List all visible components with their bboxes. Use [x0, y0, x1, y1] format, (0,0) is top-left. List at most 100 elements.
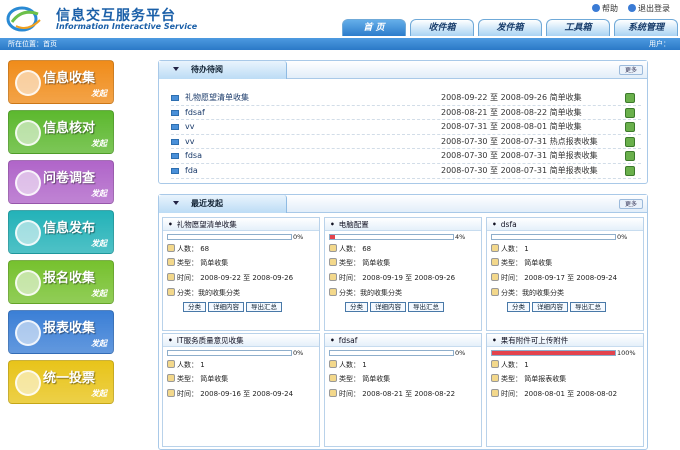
progress-bar — [491, 349, 616, 356]
type-icon — [491, 257, 499, 266]
todo-date: 2008-09-22 至 2008-09-26 简单收集 — [441, 93, 582, 102]
todo-name[interactable]: fdsaf — [185, 106, 205, 120]
sidebar-item-label: 报表收集 — [43, 321, 96, 336]
logout-icon — [628, 4, 636, 12]
progress-percent: 0% — [293, 232, 304, 241]
item-icon — [171, 138, 179, 145]
sidebar-item-sub: 发起 — [91, 239, 107, 248]
card-title[interactable]: • 礼物愿望清单收集 — [163, 217, 319, 231]
collapse-icon — [173, 200, 179, 205]
edit-icon[interactable] — [625, 136, 635, 147]
card-title[interactable]: • dsfa — [487, 217, 643, 231]
module-icon — [15, 370, 41, 396]
item-icon — [171, 153, 179, 160]
todo-row[interactable]: vv 2008-07-31 至 2008-08-01 简单收集 — [171, 120, 641, 135]
time-row: 时间： 2008-09-17 至 2008-09-24 — [491, 272, 617, 283]
category-row: 分类：我的收集分类 — [491, 287, 564, 298]
sidebar-item[interactable]: 信息发布 发起 — [8, 210, 114, 254]
recent-card: • 电脑配置 4% 人数： 68 类型： 简单收集 时间： 2008-09-19 … — [324, 216, 482, 331]
todo-name[interactable]: 礼物愿望清单收集 — [185, 91, 249, 105]
todo-row[interactable]: 礼物愿望清单收集 2008-09-22 至 2008-09-26 简单收集 — [171, 91, 641, 106]
card-button[interactable]: 分类 — [507, 301, 530, 312]
sidebar-item-sub: 发起 — [91, 189, 107, 198]
card-button[interactable]: 详细内容 — [532, 301, 568, 312]
tab-outbox[interactable]: 发件箱 — [478, 19, 542, 36]
todo-more-button[interactable]: 更多 — [619, 65, 643, 75]
module-icon — [15, 170, 41, 196]
progress-bar — [491, 233, 616, 240]
logout-link[interactable]: 退出登录 — [628, 3, 670, 14]
app-subtitle: Information Interactive Service — [56, 22, 198, 31]
recent-more-button[interactable]: 更多 — [619, 198, 643, 209]
todo-panel: 待办待阅 更多 礼物愿望清单收集 2008-09-22 至 2008-09-26… — [158, 60, 648, 184]
edit-icon[interactable] — [625, 151, 635, 162]
card-button[interactable]: 导出汇总 — [246, 301, 282, 312]
help-link[interactable]: 帮助 — [592, 3, 618, 14]
people-row: 人数： 1 — [329, 359, 367, 370]
progress-bar — [329, 349, 454, 356]
card-button[interactable]: 详细内容 — [208, 301, 244, 312]
progress-percent: 0% — [293, 348, 304, 357]
sidebar-item[interactable]: 报表收集 发起 — [8, 310, 114, 354]
tab-toolbox[interactable]: 工具箱 — [546, 19, 610, 36]
card-title[interactable]: • fdsaf — [325, 333, 481, 347]
edit-icon[interactable] — [625, 107, 635, 118]
recent-panel: 最近发起 更多 • 礼物愿望清单收集 0% 人数： 68 类型： 简单收集 时间：… — [158, 193, 648, 450]
recent-card: • IT服务质量意见收集 0% 人数： 1 类型： 简单收集 时间： 2008-0… — [162, 332, 320, 447]
todo-row[interactable]: vv 2008-07-30 至 2008-07-31 热点报表收集 — [171, 135, 641, 150]
card-button[interactable]: 导出汇总 — [570, 301, 606, 312]
module-icon — [15, 320, 41, 346]
todo-name[interactable]: fda — [185, 164, 198, 178]
sidebar-item[interactable]: 问卷调查 发起 — [8, 160, 114, 204]
calendar-icon — [167, 388, 175, 397]
sidebar-item[interactable]: 信息核对 发起 — [8, 110, 114, 154]
todo-panel-header: 待办待阅 更多 — [159, 61, 647, 79]
tab-home[interactable]: 首 页 — [342, 19, 406, 36]
edit-icon[interactable] — [625, 93, 635, 103]
breadcrumb: 所在位置：首页 用户： — [0, 38, 680, 50]
card-button[interactable]: 导出汇总 — [408, 301, 444, 312]
category-row: 分类：我的收集分类 — [329, 287, 402, 298]
card-title[interactable]: • IT服务质量意见收集 — [163, 333, 319, 347]
todo-panel-tab[interactable]: 待办待阅 — [159, 61, 287, 79]
edit-icon[interactable] — [625, 165, 635, 176]
category-icon — [329, 287, 337, 296]
sidebar-item[interactable]: 报名收集 发起 — [8, 260, 114, 304]
todo-row[interactable]: fda 2008-07-30 至 2008-07-31 简单报表收集 — [171, 164, 641, 179]
calendar-icon — [329, 388, 337, 397]
todo-name[interactable]: fdsa — [185, 149, 202, 163]
card-title[interactable]: • 果有附件可上传附件 — [487, 333, 643, 347]
card-button[interactable]: 分类 — [345, 301, 368, 312]
type-icon — [167, 373, 175, 382]
tab-system-admin[interactable]: 系统管理 — [614, 19, 678, 36]
item-icon — [171, 109, 179, 116]
todo-name[interactable]: vv — [185, 135, 194, 149]
progress-bar — [167, 349, 292, 356]
sidebar-item-label: 问卷调查 — [43, 171, 96, 186]
card-title[interactable]: • 电脑配置 — [325, 217, 481, 231]
type-row: 类型： 简单收集 — [167, 373, 228, 384]
sidebar-item-sub: 发起 — [91, 339, 107, 348]
todo-name[interactable]: vv — [185, 120, 194, 134]
card-button[interactable]: 分类 — [183, 301, 206, 312]
module-icon — [15, 270, 41, 296]
todo-list: 礼物愿望清单收集 2008-09-22 至 2008-09-26 简单收集 fd… — [159, 79, 647, 183]
todo-row[interactable]: fdsa 2008-07-30 至 2008-07-31 简单报表收集 — [171, 149, 641, 164]
todo-date: 2008-08-21 至 2008-08-22 简单收集 — [441, 107, 582, 117]
recent-panel-tab[interactable]: 最近发起 — [159, 194, 287, 213]
main-nav-tabs: 首 页 收件箱 发件箱 工具箱 系统管理 — [342, 19, 678, 36]
sidebar-item-label: 统一投票 — [43, 371, 96, 386]
sidebar-item[interactable]: 统一投票 发起 — [8, 360, 114, 404]
recent-card: • 礼物愿望清单收集 0% 人数： 68 类型： 简单收集 时间： 2008-09… — [162, 216, 320, 331]
tab-inbox[interactable]: 收件箱 — [410, 19, 474, 36]
main-content: 待办待阅 更多 礼物愿望清单收集 2008-09-22 至 2008-09-26… — [158, 60, 648, 450]
sidebar-item-sub: 发起 — [91, 139, 107, 148]
breadcrumb-text: 所在位置：首页 — [8, 40, 57, 48]
type-row: 类型： 简单收集 — [329, 373, 390, 384]
card-button[interactable]: 详细内容 — [370, 301, 406, 312]
edit-icon[interactable] — [625, 122, 635, 133]
todo-row[interactable]: fdsaf 2008-08-21 至 2008-08-22 简单收集 — [171, 106, 641, 121]
calendar-icon — [167, 272, 175, 281]
sidebar-item[interactable]: 信息收集 发起 — [8, 60, 114, 104]
people-row: 人数： 1 — [491, 243, 529, 254]
